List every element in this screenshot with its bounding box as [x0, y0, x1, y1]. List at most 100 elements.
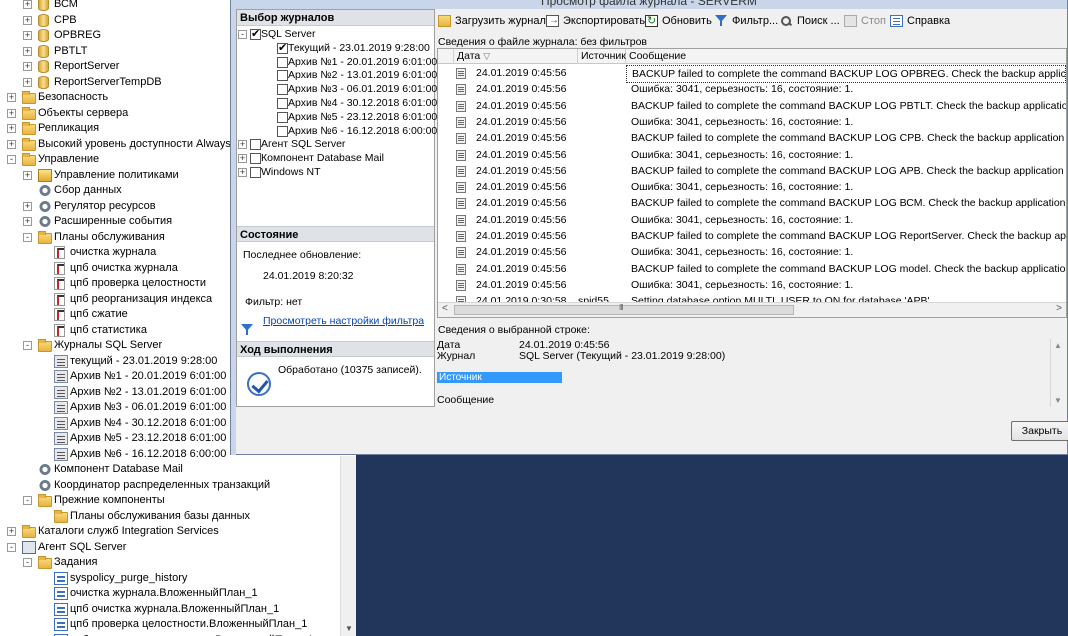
log-checkbox[interactable]: ✔ — [277, 42, 288, 54]
expand-icon[interactable]: + — [238, 140, 247, 150]
log-select-item[interactable]: Архив №5 - 23.12.2018 6:01:00 — [237, 111, 437, 125]
log-select-item[interactable]: + Windows NT — [237, 166, 433, 180]
tree-node[interactable]: - Задания — [0, 555, 340, 571]
log-checkbox[interactable] — [250, 167, 261, 178]
table-row[interactable]: 24.01.2019 0:45:56 BACKUP failed to compl… — [438, 65, 1066, 84]
detail-scrollbar[interactable]: ▲ ▼ — [1050, 339, 1065, 407]
log-checkbox[interactable] — [277, 70, 288, 82]
tree-node[interactable]: очистка журнала.ВложенныйПлан_1 — [0, 586, 340, 602]
scroll-down-icon[interactable]: ▼ — [1054, 396, 1062, 405]
collapse-icon[interactable]: - — [238, 30, 247, 39]
dtc-icon — [38, 478, 52, 492]
table-row[interactable]: 24.01.2019 0:45:56 BACKUP failed to compl… — [438, 130, 1066, 146]
filter-button[interactable]: Фильтр... — [715, 13, 778, 29]
table-row[interactable]: 24.01.2019 0:45:56 Ошибка: 3041, серьезно… — [438, 244, 1066, 260]
expand-icon[interactable]: + — [7, 93, 16, 102]
column-header-message[interactable]: Сообщение — [626, 49, 1066, 64]
log-select-item[interactable]: Архив №3 - 06.01.2019 6:01:00 — [237, 83, 437, 97]
log-checkbox[interactable] — [277, 111, 288, 123]
view-filter-settings-link[interactable]: Просмотреть настройки фильтра — [263, 315, 424, 327]
tree-node[interactable]: цпб очистка журнала.ВложенныйПлан_1 — [0, 602, 340, 618]
log-grid[interactable]: Дата ▽ Источник Сообщение 24.01.2019 0:4… — [437, 48, 1067, 318]
expand-icon[interactable]: + — [23, 46, 32, 56]
tree-node[interactable]: цпб реорганизация индекса.ВложенныйПлан_… — [0, 633, 340, 636]
stop-button[interactable]: Стоп — [844, 13, 886, 29]
object-explorer-scrollbar[interactable]: ▼ — [340, 456, 356, 636]
log-select-item[interactable]: Архив №2 - 13.01.2019 6:01:00 — [237, 69, 437, 83]
scroll-up-icon[interactable]: ▲ — [1054, 341, 1062, 350]
expand-icon[interactable]: + — [23, 201, 32, 211]
table-row[interactable]: 24.01.2019 0:45:56 Ошибка: 3041, серьезно… — [438, 277, 1066, 293]
help-button[interactable]: Справка — [890, 13, 950, 29]
log-select-item[interactable]: Архив №1 - 20.01.2019 6:01:00 — [237, 56, 437, 70]
expand-icon[interactable]: + — [23, 0, 32, 9]
table-row[interactable]: 24.01.2019 0:45:56 BACKUP failed to compl… — [438, 261, 1066, 277]
collapse-icon[interactable]: - — [23, 496, 32, 505]
tree-node-label: очистка журнала — [70, 246, 157, 258]
expand-icon[interactable]: + — [23, 170, 32, 180]
log-checkbox[interactable] — [277, 125, 288, 137]
expand-icon[interactable]: + — [7, 527, 16, 536]
tree-node[interactable]: Компонент Database Mail — [0, 462, 340, 478]
expand-icon[interactable]: + — [23, 217, 32, 226]
close-button[interactable]: Закрыть — [1011, 421, 1068, 441]
cell-date: 24.01.2019 0:45:56 — [476, 67, 567, 79]
expand-icon[interactable]: + — [23, 31, 32, 40]
column-header-date[interactable]: Дата ▽ — [454, 49, 578, 64]
table-row[interactable]: 24.01.2019 0:45:56 Ошибка: 3041, серьезно… — [438, 114, 1066, 130]
log-select-item[interactable]: ✔ Текущий - 23.01.2019 9:28:00 — [237, 42, 433, 56]
table-row[interactable]: 24.01.2019 0:45:56 BACKUP failed to compl… — [438, 228, 1066, 244]
log-checkbox[interactable] — [277, 98, 288, 109]
collapse-icon[interactable]: - — [23, 558, 32, 567]
load-log-button[interactable]: Загрузить журнал — [438, 13, 546, 29]
window-title-bar[interactable]: Просмотр файла журнала - SERVERM — [231, 0, 1067, 9]
expand-icon[interactable]: + — [7, 139, 16, 149]
search-button[interactable]: Поиск ... — [780, 13, 840, 29]
expand-icon[interactable]: + — [23, 62, 32, 71]
log-checkbox[interactable]: ✔ — [250, 29, 261, 40]
tree-node[interactable]: + Каталоги служб Integration Services — [0, 524, 340, 540]
expand-icon[interactable]: + — [238, 154, 247, 164]
expand-icon[interactable]: + — [7, 108, 16, 118]
tree-node[interactable]: syspolicy_purge_history — [0, 571, 340, 587]
expand-icon[interactable]: + — [23, 15, 32, 25]
collapse-icon[interactable]: - — [7, 542, 16, 552]
export-button[interactable]: Экспортировать — [546, 13, 645, 29]
log-checkbox[interactable] — [277, 84, 288, 96]
table-row[interactable]: 24.01.2019 0:45:56 Ошибка: 3041, серьезно… — [438, 212, 1066, 228]
collapse-icon[interactable]: - — [23, 341, 32, 350]
tree-node[interactable]: Координатор распределенных транзакций — [0, 478, 340, 494]
log-select-item[interactable]: + Агент SQL Server — [237, 138, 433, 152]
scroll-thumb[interactable] — [454, 303, 794, 315]
horizontal-scrollbar[interactable]: < > — [438, 302, 1066, 317]
log-checkbox[interactable] — [277, 56, 288, 68]
table-row[interactable]: 24.01.2019 0:45:56 Ошибка: 3041, серьезно… — [438, 147, 1066, 163]
expand-icon[interactable]: + — [7, 124, 16, 133]
log-select-item[interactable]: Архив №6 - 16.12.2018 6:00:00 — [237, 125, 437, 139]
table-row[interactable]: 24.01.2019 0:45:56 Ошибка: 3041, серьезно… — [438, 179, 1066, 195]
tree-node[interactable]: Планы обслуживания базы данных — [0, 509, 340, 525]
expand-icon[interactable]: + — [23, 77, 32, 87]
refresh-button[interactable]: Обновить — [645, 13, 712, 29]
log-checkbox[interactable] — [250, 153, 261, 165]
expand-icon[interactable]: + — [238, 168, 247, 177]
log-select-item[interactable]: + Компонент Database Mail — [237, 152, 433, 166]
tree-node[interactable]: - Прежние компоненты — [0, 493, 340, 509]
collapse-icon[interactable]: - — [23, 232, 32, 242]
column-header-source[interactable]: Источник — [578, 49, 626, 64]
table-row[interactable]: 24.01.2019 0:45:56 BACKUP failed to compl… — [438, 163, 1066, 179]
table-row[interactable]: 24.01.2019 0:45:56 BACKUP failed to compl… — [438, 98, 1066, 114]
log-checkbox[interactable] — [250, 139, 261, 151]
scroll-left-icon[interactable]: < — [442, 303, 448, 314]
collapse-icon[interactable]: - — [7, 155, 16, 164]
scroll-right-icon[interactable]: > — [1056, 303, 1062, 314]
tree-node[interactable]: - Агент SQL Server — [0, 540, 340, 556]
log-select-item[interactable]: - ✔ SQL Server — [237, 28, 433, 42]
tree-node[interactable]: цпб проверка целостности.ВложенныйПлан_1 — [0, 617, 340, 633]
scroll-down-arrow-icon[interactable]: ▼ — [345, 624, 353, 633]
filter-status: Фильтр: нет — [245, 296, 303, 308]
cell-date: 24.01.2019 0:45:56 — [476, 148, 567, 161]
table-row[interactable]: 24.01.2019 0:45:56 BACKUP failed to compl… — [438, 195, 1066, 211]
log-select-item[interactable]: Архив №4 - 30.12.2018 6:01:00 — [237, 97, 437, 111]
table-row[interactable]: 24.01.2019 0:45:56 Ошибка: 3041, серьезно… — [438, 81, 1066, 97]
